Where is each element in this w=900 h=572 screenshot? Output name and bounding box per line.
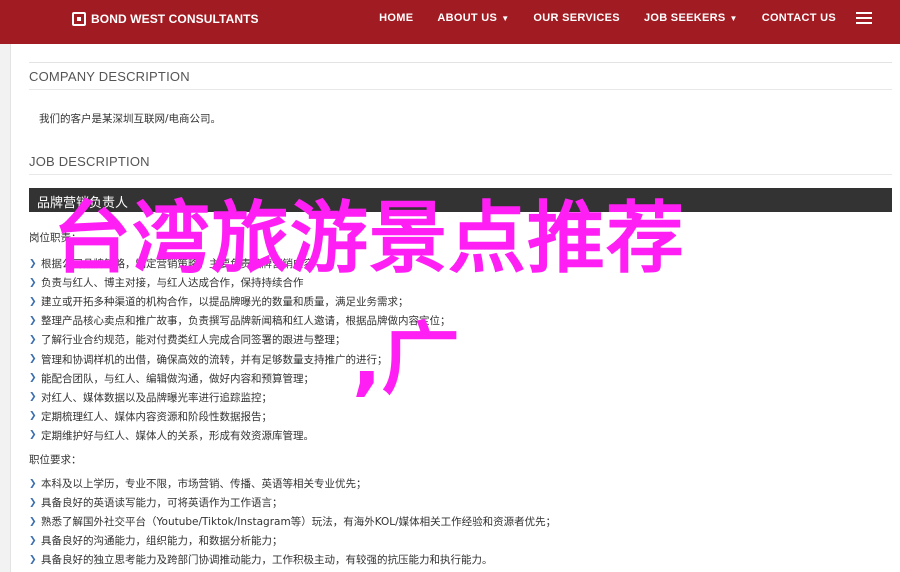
list-item: ❯ 定期梳理红人、媒体内容资源和阶段性数据报告； bbox=[29, 407, 451, 426]
list-item: ❯ 熟悉了解国外社交平台（Youtube/Tiktok/Instagram等）玩法… bbox=[29, 512, 556, 531]
chevron-right-icon: ❯ bbox=[29, 430, 37, 441]
requirements-list: ❯ 本科及以上学历，专业不限，市场营销、传播、英语等相关专业优先； ❯ 具备良好的英… bbox=[29, 474, 556, 569]
list-item-text: 定期梳理红人、媒体内容资源和阶段性数据报告； bbox=[41, 410, 272, 423]
list-item-text: 能配合团队，与红人、编辑做沟通，做好内容和预算管理； bbox=[41, 372, 314, 385]
overlay-headline: 台湾旅游景点推荐 bbox=[53, 194, 686, 284]
list-item-text: 具备良好的独立思考能力及跨部门协调推动能力，工作积极主动，有较强的抗压能力和执行… bbox=[41, 554, 493, 567]
chevron-right-icon: ❯ bbox=[29, 315, 37, 326]
list-item: ❯ 具备良好的沟通能力，组织能力，和数据分析能力； bbox=[29, 531, 556, 550]
nav-about-us[interactable]: ABOUT US ▼ bbox=[437, 12, 509, 24]
list-item-text: 定期维护好与红人、媒体人的关系，形成有效资源库管理。 bbox=[41, 429, 314, 442]
chevron-down-icon: ▼ bbox=[501, 13, 510, 23]
nav-job-seekers[interactable]: JOB SEEKERS ▼ bbox=[644, 12, 738, 24]
job-description-heading: JOB DESCRIPTION bbox=[29, 154, 150, 169]
chevron-right-icon: ❯ bbox=[29, 373, 37, 384]
chevron-right-icon: ❯ bbox=[29, 277, 37, 288]
hamburger-menu-icon[interactable] bbox=[856, 12, 872, 24]
list-item-text: 具备良好的英语读写能力，可将英语作为工作语言； bbox=[41, 497, 283, 510]
list-item-text: 本科及以上学历，专业不限，市场营销、传播、英语等相关专业优先； bbox=[41, 478, 367, 491]
site-logo[interactable]: BOND WEST CONSULTANTS bbox=[72, 9, 259, 29]
list-item-text: 管理和协调样机的出借，确保高效的流转，并有足够数量支持推广的进行； bbox=[41, 353, 388, 366]
list-item: ❯ 具备良好的英语读写能力，可将英语作为工作语言； bbox=[29, 493, 556, 512]
chevron-right-icon: ❯ bbox=[29, 535, 37, 546]
nav-contact-us[interactable]: CONTACT US bbox=[762, 12, 836, 24]
list-item: ❯ 定期维护好与红人、媒体人的关系，形成有效资源库管理。 bbox=[29, 426, 451, 445]
requirements-label: 职位要求： bbox=[29, 454, 82, 466]
nav-our-services[interactable]: OUR SERVICES bbox=[533, 12, 620, 24]
list-item-text: 对红人、媒体数据以及品牌曝光率进行追踪监控； bbox=[41, 391, 272, 404]
nav-home-label: HOME bbox=[379, 12, 414, 24]
top-navbar: BOND WEST CONSULTANTS HOME ABOUT US ▼ OUR… bbox=[0, 0, 900, 44]
chevron-right-icon: ❯ bbox=[29, 258, 37, 269]
list-item-text: 熟悉了解国外社交平台（Youtube/Tiktok/Instagram等）玩法，… bbox=[41, 516, 557, 529]
list-item-text: 建立或开拓多种渠道的机构合作，以提品牌曝光的数量和质量，满足业务需求； bbox=[41, 296, 409, 309]
left-edge-bar bbox=[0, 44, 11, 572]
main-nav: HOME ABOUT US ▼ OUR SERVICES JOB SEEKERS ▼… bbox=[355, 0, 872, 36]
nav-contact-us-label: CONTACT US bbox=[761, 12, 836, 24]
nav-job-seekers-label: JOB SEEKERS bbox=[643, 12, 726, 24]
chevron-right-icon: ❯ bbox=[29, 354, 37, 365]
logo-icon bbox=[72, 12, 86, 26]
chevron-right-icon: ❯ bbox=[29, 411, 37, 422]
logo-text: BOND WEST CONSULTANTS bbox=[91, 12, 259, 26]
divider bbox=[29, 174, 892, 175]
list-item: ❯ 本科及以上学历，专业不限，市场营销、传播、英语等相关专业优先； bbox=[29, 474, 556, 493]
chevron-right-icon: ❯ bbox=[29, 478, 37, 489]
list-item-text: 具备良好的沟通能力，组织能力，和数据分析能力； bbox=[41, 535, 283, 548]
nav-our-services-label: OUR SERVICES bbox=[533, 12, 620, 24]
list-item: ❯ 建立或开拓多种渠道的机构合作，以提品牌曝光的数量和质量，满足业务需求； bbox=[29, 292, 451, 311]
overlay-subline: ,广 bbox=[352, 315, 460, 405]
list-item: ❯ 具备良好的独立思考能力及跨部门协调推动能力，工作积极主动，有较强的抗压能力和执… bbox=[29, 550, 556, 569]
divider bbox=[29, 62, 892, 63]
chevron-right-icon: ❯ bbox=[29, 334, 37, 345]
chevron-down-icon: ▼ bbox=[729, 13, 738, 23]
chevron-right-icon: ❯ bbox=[29, 296, 37, 307]
nav-home[interactable]: HOME bbox=[379, 12, 413, 24]
chevron-right-icon: ❯ bbox=[29, 554, 37, 565]
chevron-right-icon: ❯ bbox=[29, 392, 37, 403]
chevron-right-icon: ❯ bbox=[29, 497, 37, 508]
company-description-heading: COMPANY DESCRIPTION bbox=[29, 69, 190, 84]
chevron-right-icon: ❯ bbox=[29, 516, 37, 527]
divider bbox=[29, 89, 892, 90]
list-item-text: 了解行业合约规范，能对付费类红人完成合同签署的跟进与整理； bbox=[41, 334, 346, 347]
company-description-text: 我们的客户是某深圳互联网/电商公司。 bbox=[39, 113, 222, 125]
nav-about-us-label: ABOUT US bbox=[437, 12, 498, 24]
